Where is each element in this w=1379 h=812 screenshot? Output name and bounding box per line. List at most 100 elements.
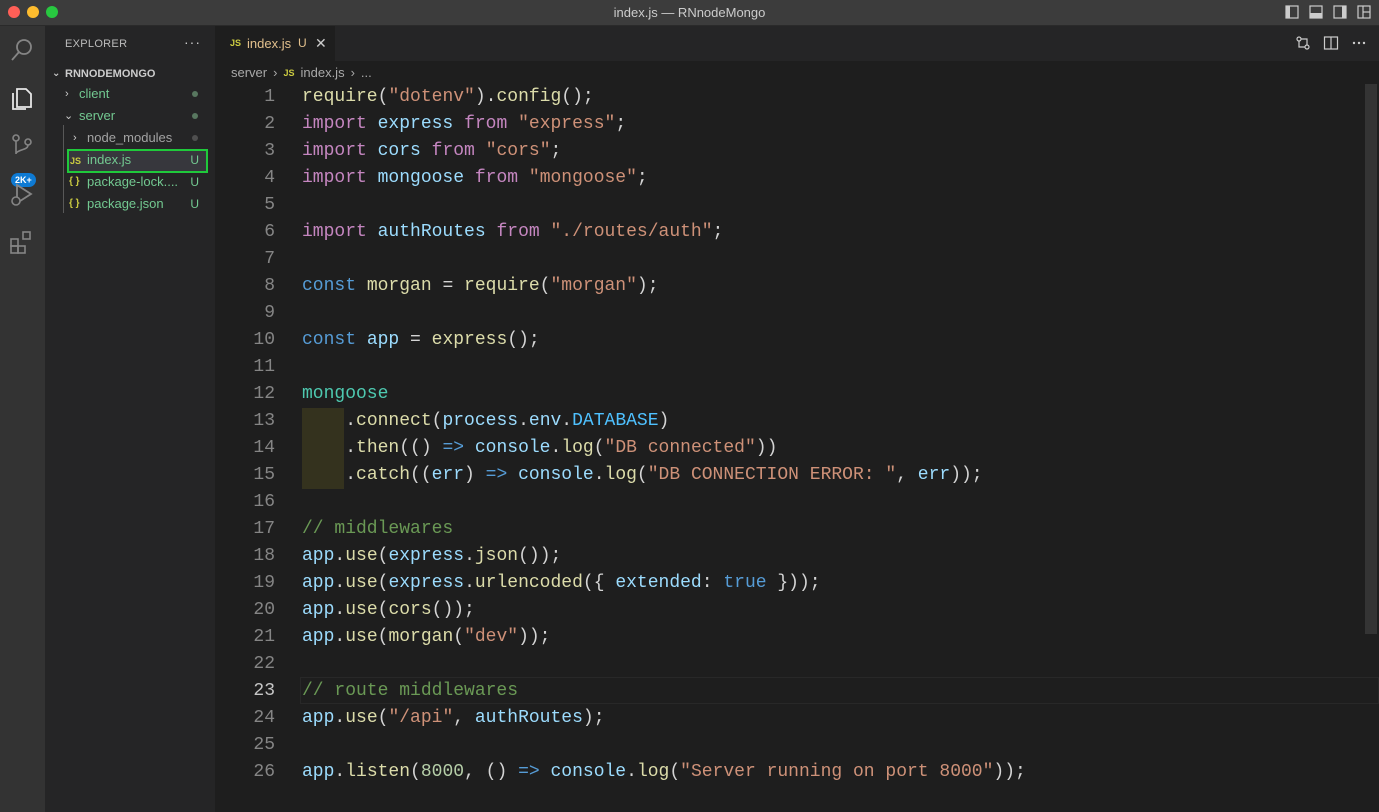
code-line[interactable]: 13 .connect(process.env.DATABASE) xyxy=(215,408,1379,435)
tree-item-package-json[interactable]: { } package.json U xyxy=(45,193,215,215)
code-text: app.use(cors()); xyxy=(302,600,475,620)
code-text: app.use(express.urlencoded({ extended: t… xyxy=(302,573,821,593)
line-number: 15 xyxy=(253,465,275,485)
breadcrumb-symbols[interactable]: ... xyxy=(361,65,372,80)
line-number: 9 xyxy=(264,303,275,323)
tree-item-package-lock[interactable]: { } package-lock.... U xyxy=(45,171,215,193)
modified-dot-icon xyxy=(192,113,198,119)
line-number: 10 xyxy=(253,330,275,350)
modified-dot-icon xyxy=(192,91,198,97)
code-text: const app = express(); xyxy=(302,330,540,350)
code-text: import cors from "cors"; xyxy=(302,141,562,161)
tree-item-client[interactable]: › client xyxy=(45,83,215,105)
line-number: 19 xyxy=(253,573,275,593)
tree-item-index-js[interactable]: JS index.js U xyxy=(45,149,215,171)
code-text: import express from "express"; xyxy=(302,114,627,134)
code-text: app.use(express.json()); xyxy=(302,546,562,566)
tab-index-js[interactable]: JS index.js U ✕ xyxy=(215,26,335,61)
code-line[interactable]: 23 // route middlewares xyxy=(215,678,1379,705)
chevron-down-icon: ⌄ xyxy=(52,68,61,79)
line-number: 3 xyxy=(264,141,275,161)
line-number: 11 xyxy=(253,357,275,377)
code-line[interactable]: 16 xyxy=(215,489,1379,516)
code-line[interactable]: 25 xyxy=(215,732,1379,759)
code-text: .catch((err) => console.log("DB CONNECTI… xyxy=(302,465,983,485)
explorer-more-actions-button[interactable]: ··· xyxy=(184,34,201,50)
code-line[interactable]: 21 app.use(morgan("dev")); xyxy=(215,624,1379,651)
code-line[interactable]: 19 app.use(express.urlencoded({ extended:… xyxy=(215,570,1379,597)
close-tab-icon[interactable]: ✕ xyxy=(315,35,327,52)
tree-item-label: index.js xyxy=(87,152,132,167)
workspace-root-label: RNNODEMONGO xyxy=(65,68,156,80)
toggle-secondary-sidebar-icon[interactable] xyxy=(1333,5,1347,19)
code-line[interactable]: 22 xyxy=(215,651,1379,678)
search-icon[interactable] xyxy=(8,36,36,64)
code-line[interactable]: 1 require("dotenv").config(); xyxy=(215,84,1379,111)
code-line[interactable]: 12 mongoose xyxy=(215,381,1379,408)
javascript-file-icon: JS xyxy=(283,67,295,78)
open-changes-icon[interactable] xyxy=(1295,35,1311,56)
code-text: .then(() => console.log("DB connected")) xyxy=(302,438,778,458)
code-text: import authRoutes from "./routes/auth"; xyxy=(302,222,724,242)
code-line[interactable]: 8 const morgan = require("morgan"); xyxy=(215,273,1379,300)
run-debug-icon[interactable] xyxy=(8,180,36,208)
breadcrumb-separator: › xyxy=(350,65,355,80)
line-number: 2 xyxy=(264,114,275,134)
code-line[interactable]: 9 xyxy=(215,300,1379,327)
code-line[interactable]: 14 .then(() => console.log("DB connected… xyxy=(215,435,1379,462)
breadcrumb: server › JS index.js › ... xyxy=(231,65,372,80)
javascript-file-icon: JS xyxy=(230,38,242,48)
line-number: 1 xyxy=(264,87,275,107)
tree-item-label: package-lock.... xyxy=(87,174,179,189)
code-editor[interactable]: 1 require("dotenv").config(); 2 import expr… xyxy=(215,84,1379,812)
code-text: // middlewares xyxy=(302,519,454,539)
code-line[interactable]: 20 app.use(cors()); xyxy=(215,597,1379,624)
line-number: 7 xyxy=(264,249,275,269)
line-number: 23 xyxy=(253,681,275,701)
line-number: 17 xyxy=(253,519,275,539)
chevron-right-icon: › xyxy=(73,132,77,144)
javascript-file-icon: JS xyxy=(70,156,82,166)
tree-item-label: node_modules xyxy=(87,130,173,145)
explorer-icon[interactable] xyxy=(8,84,36,112)
code-line[interactable]: 3 import cors from "cors"; xyxy=(215,138,1379,165)
workspace-root-folder[interactable]: ⌄ RNNODEMONGO xyxy=(45,63,215,85)
code-line[interactable]: 26 app.listen(8000, () => console.log("Se… xyxy=(215,759,1379,786)
breadcrumb-folder[interactable]: server xyxy=(231,65,267,80)
code-line[interactable]: 24 app.use("/api", authRoutes); xyxy=(215,705,1379,732)
code-line[interactable]: 18 app.use(express.json()); xyxy=(215,543,1379,570)
code-text: app.listen(8000, () => console.log("Serv… xyxy=(302,762,1026,782)
window-title: index.js — RNnodeMongo xyxy=(613,5,766,20)
extensions-icon[interactable] xyxy=(8,228,36,256)
breadcrumb-file[interactable]: index.js xyxy=(300,65,344,80)
untracked-status: U xyxy=(190,175,199,189)
tree-item-server[interactable]: ⌄ server xyxy=(45,105,215,127)
code-line[interactable]: 5 xyxy=(215,192,1379,219)
untracked-status: U xyxy=(190,197,199,211)
line-number: 20 xyxy=(253,600,275,620)
chevron-down-icon: ⌄ xyxy=(64,110,74,122)
title-bar: index.js — RNnodeMongo xyxy=(0,0,1379,26)
more-actions-icon[interactable] xyxy=(1351,35,1367,56)
code-line[interactable]: 11 xyxy=(215,354,1379,381)
toggle-sidebar-icon[interactable] xyxy=(1285,5,1299,19)
code-text: .connect(process.env.DATABASE) xyxy=(302,411,670,431)
split-editor-icon[interactable] xyxy=(1323,35,1339,56)
customize-layout-icon[interactable] xyxy=(1357,5,1371,19)
tree-item-label: client xyxy=(79,86,110,101)
code-line[interactable]: 4 import mongoose from "mongoose"; xyxy=(215,165,1379,192)
untracked-status: U xyxy=(190,153,199,167)
code-line[interactable]: 15 .catch((err) => console.log("DB CONNE… xyxy=(215,462,1379,489)
source-control-icon[interactable] xyxy=(8,132,36,160)
explorer-header: EXPLORER xyxy=(65,38,128,50)
line-number: 8 xyxy=(264,276,275,296)
code-line[interactable]: 2 import express from "express"; xyxy=(215,111,1379,138)
editor-tab-bar: JS index.js U ✕ xyxy=(215,26,1379,61)
code-text: mongoose xyxy=(302,384,389,404)
code-line[interactable]: 17 // middlewares xyxy=(215,516,1379,543)
toggle-panel-icon[interactable] xyxy=(1309,5,1323,19)
code-line[interactable]: 10 const app = express(); xyxy=(215,327,1379,354)
code-line[interactable]: 7 xyxy=(215,246,1379,273)
code-line[interactable]: 6 import authRoutes from "./routes/auth"; xyxy=(215,219,1379,246)
tree-item-node-modules[interactable]: › node_modules xyxy=(45,127,215,149)
